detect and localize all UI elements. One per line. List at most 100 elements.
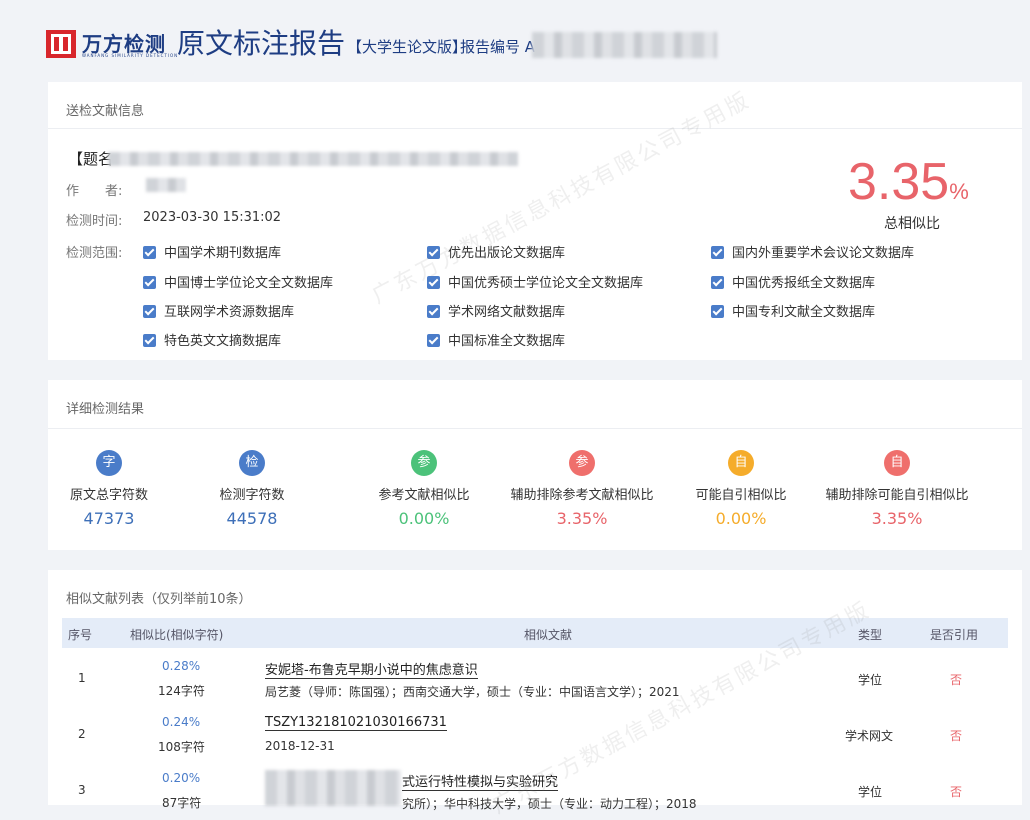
divider: [48, 428, 1022, 429]
total-similarity-label: 总相似比: [884, 216, 940, 232]
database-item[interactable]: 国内外重要学术会议论文数据库: [711, 242, 914, 261]
exclude-reference-icon: 参: [569, 450, 595, 476]
checkbox-checked-icon[interactable]: [711, 246, 724, 259]
database-item[interactable]: 学术网络文献数据库: [427, 301, 565, 320]
column-header: 序号: [68, 628, 93, 642]
stat-item: 参辅助排除参考文献相似比 3.35%: [502, 450, 662, 528]
doc-title-link[interactable]: 安妮塔-布鲁克早期小说中的焦虑意识: [265, 659, 478, 679]
stat-item: 自辅助排除可能自引相似比 3.35%: [817, 450, 977, 528]
stat-value: 47373: [83, 509, 135, 528]
report-number-label: 报告编号 A: [460, 38, 536, 56]
submission-info-card: 送检文献信息 【题名 作 者: 检测时间: 2023-03-30 15:31:0…: [48, 82, 1022, 360]
page-title: 原文标注报告: [177, 27, 346, 60]
row-index: 2: [78, 727, 86, 741]
logo-mark-icon: [46, 30, 76, 58]
stat-item: 参参考文献相似比 0.00%: [344, 450, 504, 528]
time-value: 2023-03-30 15:31:02: [143, 210, 282, 225]
doc-detail: 究所）；华中科技大学，硕士（专业：动力工程）；2018: [402, 797, 697, 811]
stat-value: 3.35%: [871, 509, 923, 528]
char-count-icon: 字: [96, 450, 122, 476]
divider: [48, 128, 1022, 129]
checkbox-checked-icon[interactable]: [711, 276, 724, 289]
time-label: 检测时间:: [66, 214, 123, 229]
checkbox-checked-icon[interactable]: [143, 276, 156, 289]
author-redacted: [146, 178, 186, 192]
row-percent[interactable]: 0.28%: [162, 659, 200, 673]
checkbox-checked-icon[interactable]: [427, 305, 440, 318]
stat-item: 自可能自引相似比 0.00%: [661, 450, 821, 528]
cited-status: 否: [950, 729, 963, 743]
stat-label: 参考文献相似比: [378, 488, 470, 503]
column-header: 相似比(相似字符): [130, 628, 224, 642]
database-item[interactable]: 中国专利文献全文数据库: [711, 301, 875, 320]
column-header: 类型: [858, 628, 883, 642]
stat-label: 原文总字符数: [69, 488, 148, 503]
author-label: 作 者:: [66, 184, 123, 199]
stat-label: 检测字符数: [219, 488, 285, 503]
checkbox-checked-icon[interactable]: [427, 276, 440, 289]
row-percent[interactable]: 0.20%: [162, 771, 200, 785]
similar-docs-card: 相似文献列表（仅列举前10条） 序号 相似比(相似字符) 相似文献 类型 是否引…: [48, 570, 1022, 819]
database-item[interactable]: 特色英文文摘数据库: [143, 330, 281, 349]
database-item[interactable]: 优先出版论文数据库: [427, 242, 565, 261]
row-percent[interactable]: 0.24%: [162, 715, 200, 729]
cited-status: 否: [950, 785, 963, 799]
stat-value: 0.00%: [398, 509, 450, 528]
checkbox-checked-icon[interactable]: [427, 334, 440, 347]
reference-icon: 参: [411, 450, 437, 476]
stat-item: 字原文总字符数 47373: [29, 450, 189, 528]
report-number-redacted: [532, 32, 717, 58]
doc-title-redacted: [108, 152, 518, 166]
row-index: 1: [78, 671, 86, 685]
database-item[interactable]: 互联网学术资源数据库: [143, 301, 294, 320]
stat-label: 辅助排除参考文献相似比: [510, 488, 654, 503]
database-item[interactable]: 中国标准全文数据库: [427, 330, 565, 349]
wanfang-logo: 万方检测 WANFANG SIMILARITY DETECTION: [46, 28, 177, 62]
table-row: 3 0.20% 87字符 式运行特性模拟与实验研究 究所）；华中科技大学，硕士（…: [62, 762, 1008, 818]
checkbox-checked-icon[interactable]: [143, 246, 156, 259]
doc-info-redacted: [265, 770, 401, 806]
stat-label: 辅助排除可能自引相似比: [825, 488, 969, 503]
self-cite-icon: 自: [728, 450, 754, 476]
doc-type: 学位: [858, 785, 883, 799]
doc-title-label: 【题名: [68, 150, 114, 168]
table-row: 2 0.24% 108字符 TSZY1321810210301667​31 20…: [62, 706, 1008, 762]
table-header: 序号 相似比(相似字符) 相似文献 类型 是否引用: [62, 618, 1008, 648]
database-item[interactable]: 中国优秀硕士学位论文全文数据库: [427, 272, 643, 291]
total-similarity-value: 3.35%: [848, 153, 969, 211]
logo-subtext: WANFANG SIMILARITY DETECTION: [82, 53, 179, 58]
database-item[interactable]: 中国博士学位论文全文数据库: [143, 272, 333, 291]
row-chars: 87字符: [162, 796, 202, 810]
stat-value: 44578: [226, 509, 278, 528]
doc-title-link[interactable]: 式运行特性模拟与实验研究: [402, 771, 559, 791]
checkbox-checked-icon[interactable]: [143, 305, 156, 318]
doc-title-link[interactable]: TSZY1321810210301667​31: [265, 715, 447, 731]
section-title: 送检文献信息: [66, 104, 145, 119]
row-chars: 108字符: [158, 740, 205, 754]
stat-value: 0.00%: [715, 509, 767, 528]
check-count-icon: 检: [239, 450, 265, 476]
checkbox-checked-icon[interactable]: [427, 246, 440, 259]
exclude-self-cite-icon: 自: [884, 450, 910, 476]
checkbox-checked-icon[interactable]: [711, 305, 724, 318]
doc-type: 学位: [858, 673, 883, 687]
section-title: 详细检测结果: [66, 402, 145, 417]
stat-value: 3.35%: [556, 509, 608, 528]
report-header: 万方检测 WANFANG SIMILARITY DETECTION 原文标注报告…: [0, 0, 1030, 80]
doc-detail: 2018-12-31: [265, 739, 335, 753]
doc-detail: 局艺菱（导师：陈国强）；西南交通大学，硕士（专业：中国语言文学）；2021: [265, 685, 680, 699]
row-chars: 124字符: [158, 684, 205, 698]
column-header: 相似文献: [524, 628, 573, 642]
database-item[interactable]: 中国学术期刊数据库: [143, 242, 281, 261]
stat-item: 检检测字符数 44578: [172, 450, 332, 528]
row-index: 3: [78, 783, 86, 797]
table-row: 1 0.28% 124字符 安妮塔-布鲁克早期小说中的焦虑意识 局艺菱（导师：陈…: [62, 650, 1008, 706]
scope-label: 检测范围:: [66, 246, 123, 261]
column-header: 是否引用: [930, 628, 979, 642]
report-edition: 【大学生论文版】: [347, 38, 468, 56]
cited-status: 否: [950, 673, 963, 687]
section-title: 相似文献列表（仅列举前10条）: [66, 592, 252, 607]
checkbox-checked-icon[interactable]: [143, 334, 156, 347]
stat-label: 可能自引相似比: [695, 488, 787, 503]
database-item[interactable]: 中国优秀报纸全文数据库: [711, 272, 875, 291]
